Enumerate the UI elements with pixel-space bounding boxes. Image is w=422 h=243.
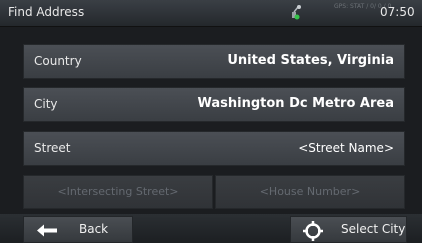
- street-row[interactable]: Street <Street Name>: [23, 131, 405, 166]
- street-value: <Street Name>: [298, 141, 394, 155]
- back-button[interactable]: Back: [23, 216, 133, 243]
- select-city-button[interactable]: Select City: [290, 216, 407, 243]
- arrow-left-icon: [37, 224, 57, 237]
- city-value: Washington Dc Metro Area: [197, 96, 394, 111]
- page-title: Find Address: [8, 5, 85, 19]
- select-city-label: Select City: [341, 222, 406, 236]
- country-label: Country: [34, 54, 82, 68]
- clock: 07:50: [380, 5, 415, 19]
- house-number-label: <House Number>: [259, 185, 361, 198]
- country-row[interactable]: Country United States, Virginia: [23, 44, 405, 79]
- street-label: Street: [34, 141, 71, 155]
- intersecting-street-button[interactable]: <Intersecting Street>: [23, 175, 213, 209]
- satellite-icon: [292, 5, 301, 20]
- country-value: United States, Virginia: [227, 53, 394, 68]
- back-label: Back: [79, 222, 109, 236]
- crosshair-icon: [303, 221, 323, 241]
- title-bar: Find Address GPS: STAT / 0/ 0 / 0 07:50: [0, 0, 422, 27]
- house-number-button[interactable]: <House Number>: [215, 175, 405, 209]
- city-label: City: [34, 97, 58, 111]
- city-row[interactable]: City Washington Dc Metro Area: [23, 87, 405, 122]
- intersecting-street-label: <Intersecting Street>: [57, 185, 179, 198]
